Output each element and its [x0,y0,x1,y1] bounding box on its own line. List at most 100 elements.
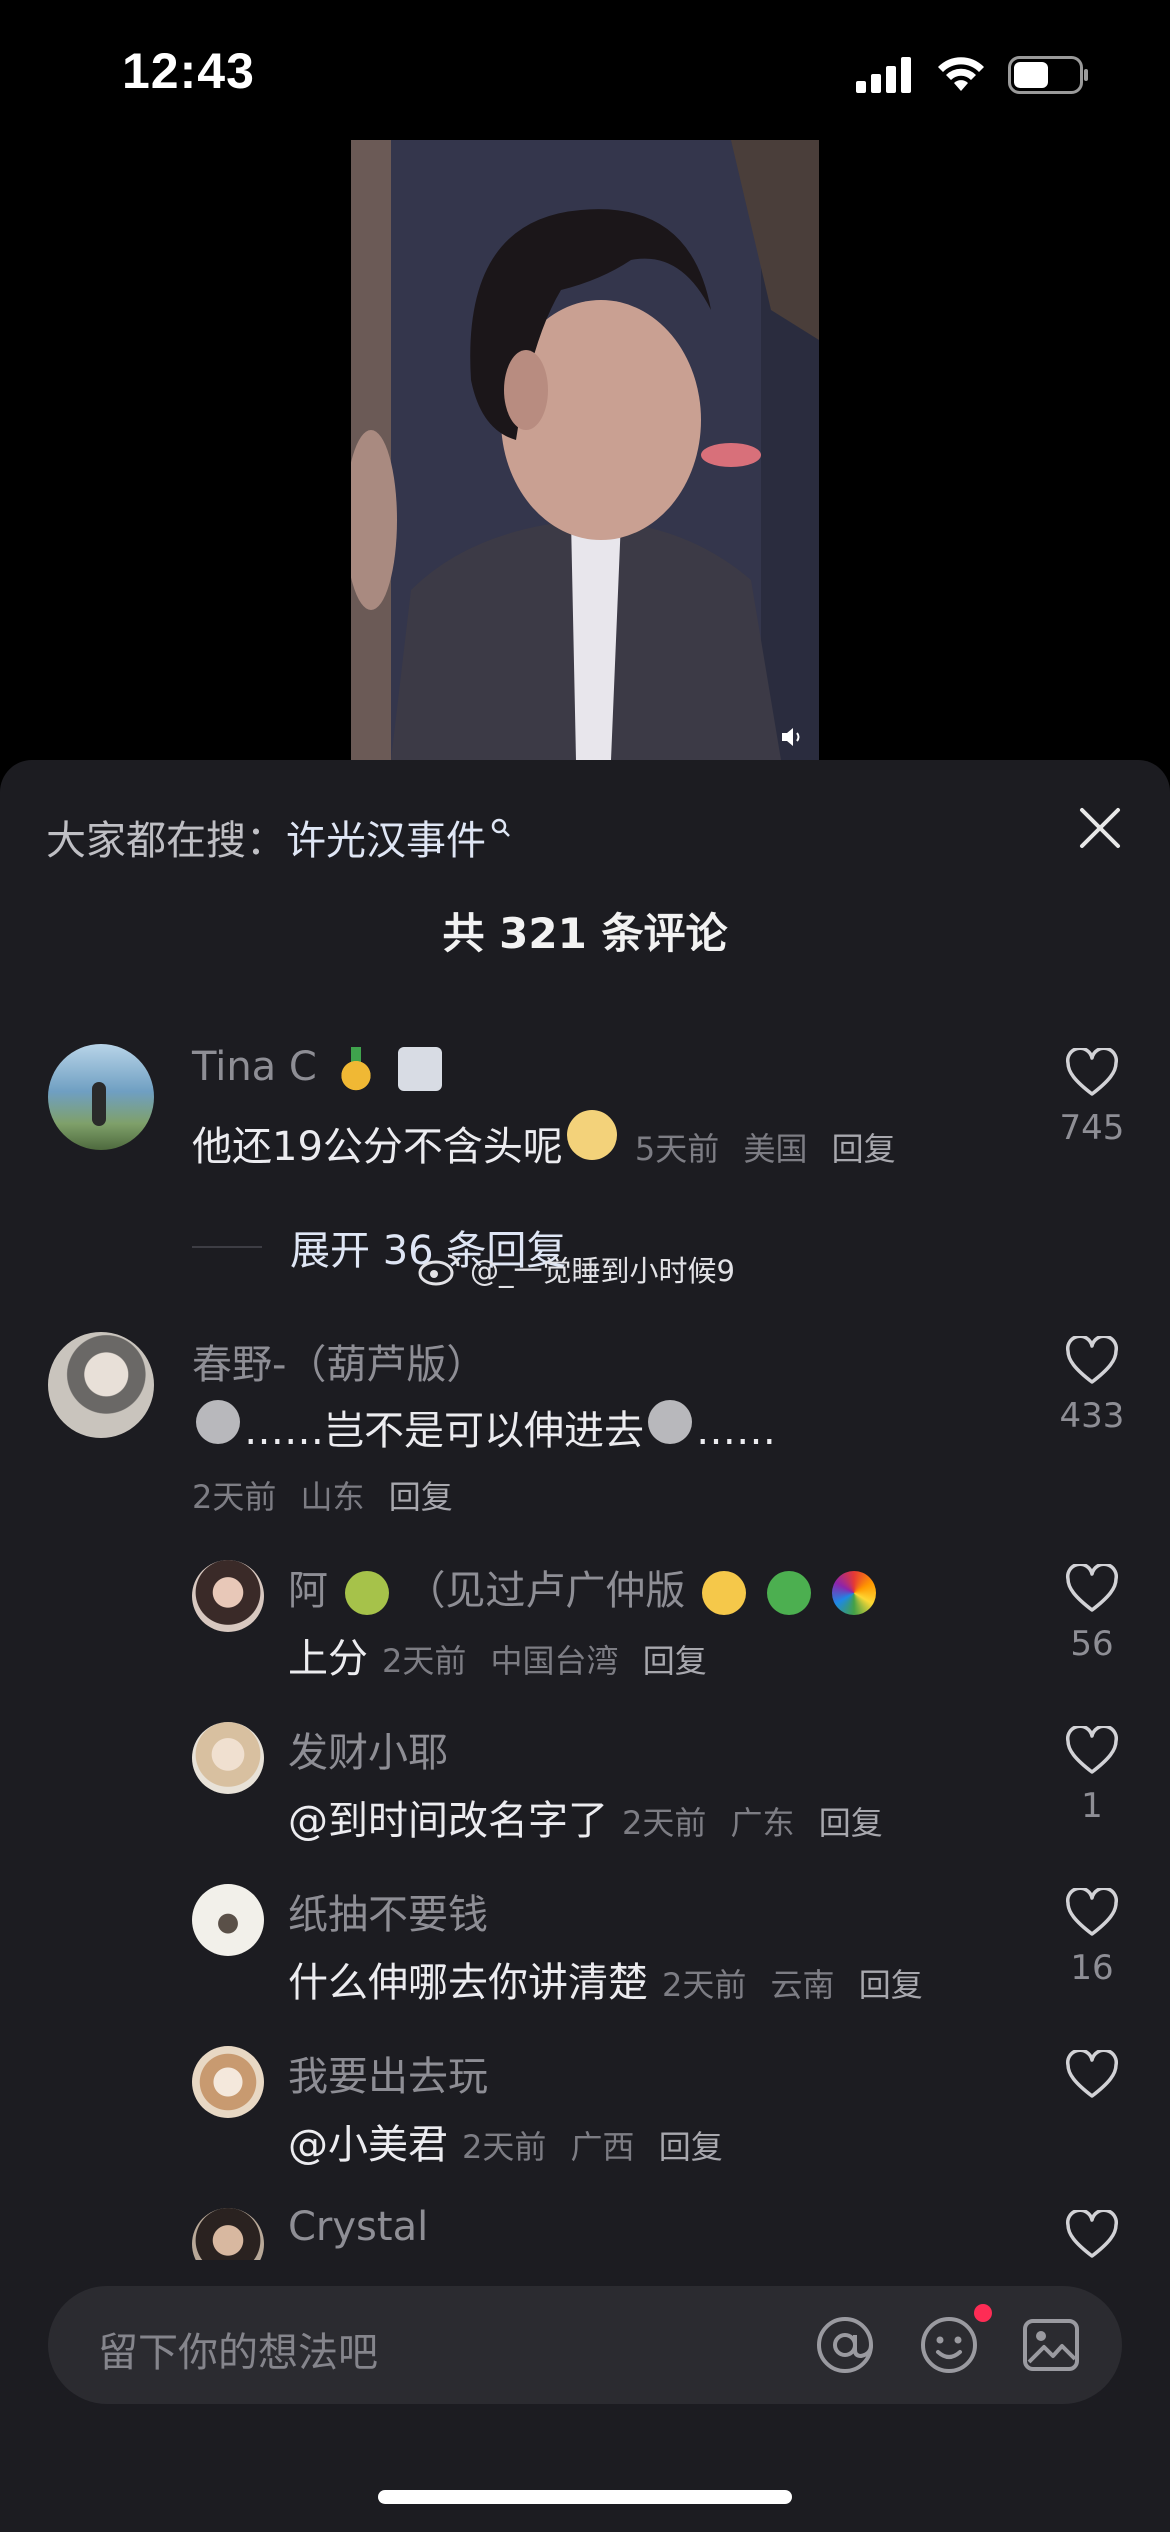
like-button[interactable]: 56 [1052,1562,1132,1664]
reply-time: 2天前 [462,2128,547,2166]
reply-button[interactable]: 回复 [389,1478,453,1516]
mute-icon[interactable] [779,724,805,750]
search-suggestion[interactable]: 大家都在搜： 许光汉事件 [46,808,512,866]
like-count: 1 [1081,1786,1103,1826]
like-button[interactable] [1052,2208,1132,2260]
reply-time: 2天前 [662,1966,747,2004]
like-button[interactable] [1052,2048,1132,2104]
comment-username[interactable]: Tina C [192,1044,446,1091]
pineapple-emoji-icon [333,1047,378,1091]
reply-meta: 2天前 中国台湾 回复 [382,1636,707,1682]
search-icon [491,818,510,837]
avatar[interactable] [192,1560,264,1632]
avatar[interactable] [192,1884,264,1956]
doge-emoji-icon [566,1110,617,1160]
avatar[interactable] [192,1722,264,1794]
comment-meta: 2天前 山东 回复 [192,1472,453,1518]
reply-text: 上分 2天前 中国台湾 回复 [288,1636,707,1682]
image-icon[interactable] [1020,2314,1082,2376]
video-frame-image [351,140,819,760]
comment-input[interactable]: 留下你的想法吧 [98,2320,378,2378]
comment-username[interactable]: 春野-（葫芦版） [192,1332,486,1390]
bank-emoji-icon [398,1047,443,1091]
reply-username[interactable]: 我要出去玩 [288,2044,488,2102]
rainbow-emoji-icon [831,1571,876,1615]
like-count: 745 [1059,1108,1125,1148]
watermark: @_一觉睡到小时候9 [418,1248,735,1290]
reply-location: 广东 [730,1804,795,1842]
reply-meta: 2天前 广西 回复 [462,2122,723,2168]
home-indicator [378,2490,792,2504]
pear-emoji-icon [344,1571,389,1615]
notification-dot [974,2304,992,2322]
comment-meta: 5天前 美国 回复 [635,1124,896,1170]
heart-icon [1066,1724,1118,1774]
reply-button[interactable]: 回复 [659,2128,723,2166]
heart-icon [1066,1334,1118,1384]
comment-location: 山东 [300,1478,365,1516]
reply-username[interactable]: Crystal [288,2204,428,2250]
heart-icon [1066,1886,1118,1936]
comment-text: 他还19公分不含头呢 5天前 美国 回复 [192,1110,896,1172]
search-keyword[interactable]: 许光汉事件 [286,808,486,866]
weibo-icon [418,1254,460,1286]
emoji-icon[interactable] [918,2314,980,2376]
watermark-text: @_一觉睡到小时候9 [470,1254,735,1288]
video-player[interactable] [351,140,819,760]
comment-time: 2天前 [192,1478,277,1516]
status-bar: 12:43 [0,0,1170,140]
comment-time: 5天前 [634,1130,720,1168]
like-button[interactable]: 16 [1052,1886,1132,1988]
reply-meta: 2天前 广东 回复 [622,1798,883,1844]
avatar[interactable] [192,2046,264,2118]
reply-time: 2天前 [382,1642,467,1680]
like-button[interactable]: 745 [1052,1046,1132,1148]
status-time: 12:43 [122,43,255,99]
reply-button[interactable]: 回复 [819,1804,883,1842]
reply-location: 云南 [770,1966,835,2004]
partial-reply: Crystal [0,2190,1170,2260]
reply-username[interactable]: 阿 （见过卢广仲版 [288,1558,880,1616]
like-button[interactable]: 433 [1052,1334,1132,1436]
comment-input-bar[interactable]: 留下你的想法吧 [48,2286,1122,2404]
status-icons [856,56,1090,94]
signal-icon [856,57,911,93]
comment-count-title: 共 321 条评论 [442,909,728,958]
like-count: 56 [1070,1624,1114,1664]
reply-text: @到时间改名字了 2天前 广东 回复 [288,1798,883,1844]
at-icon[interactable] [814,2314,876,2376]
reply-button[interactable]: 回复 [643,1642,707,1680]
avatar[interactable] [192,2208,264,2260]
ghost-emoji-icon [648,1400,692,1444]
comment-text: ……岂不是可以伸进去 …… [192,1398,776,1456]
reply-location: 广西 [570,2128,635,2166]
close-icon[interactable] [1072,800,1128,856]
page: 12:43 大家都在搜： 许光汉事件 共 321 条评论 Tina C 他还19… [0,0,1170,2532]
reply-username[interactable]: 纸抽不要钱 [288,1882,488,1940]
avatar[interactable] [48,1044,154,1150]
heart-icon [1066,1562,1118,1612]
avatar[interactable] [48,1332,154,1438]
nerd-emoji-icon [702,1571,747,1615]
reply-text: 什么伸哪去你讲清楚 2天前 云南 回复 [288,1960,923,2006]
battery-icon [1008,56,1088,94]
reply-location: 中国台湾 [490,1642,619,1680]
ghost-emoji-icon [196,1400,240,1444]
heart-icon [1066,1046,1118,1096]
reply-username[interactable]: 发财小耶 [288,1720,448,1778]
reply-text: @小美君 2天前 广西 回复 [288,2122,723,2168]
comment-location: 美国 [743,1130,808,1168]
reply-time: 2天前 [622,1804,707,1842]
wifi-icon [938,57,984,91]
heart-icon [1066,2208,1118,2258]
heart-icon [1066,2048,1118,2098]
reply-meta: 2天前 云南 回复 [662,1960,923,2006]
like-count: 433 [1059,1396,1125,1436]
search-prefix: 大家都在搜： [46,818,286,864]
like-button[interactable]: 1 [1052,1724,1132,1826]
reply-button[interactable]: 回复 [859,1966,923,2004]
like-count: 16 [1070,1948,1114,1988]
divider [192,1246,262,1248]
clover-emoji-icon [766,1571,811,1615]
reply-button[interactable]: 回复 [832,1130,896,1168]
